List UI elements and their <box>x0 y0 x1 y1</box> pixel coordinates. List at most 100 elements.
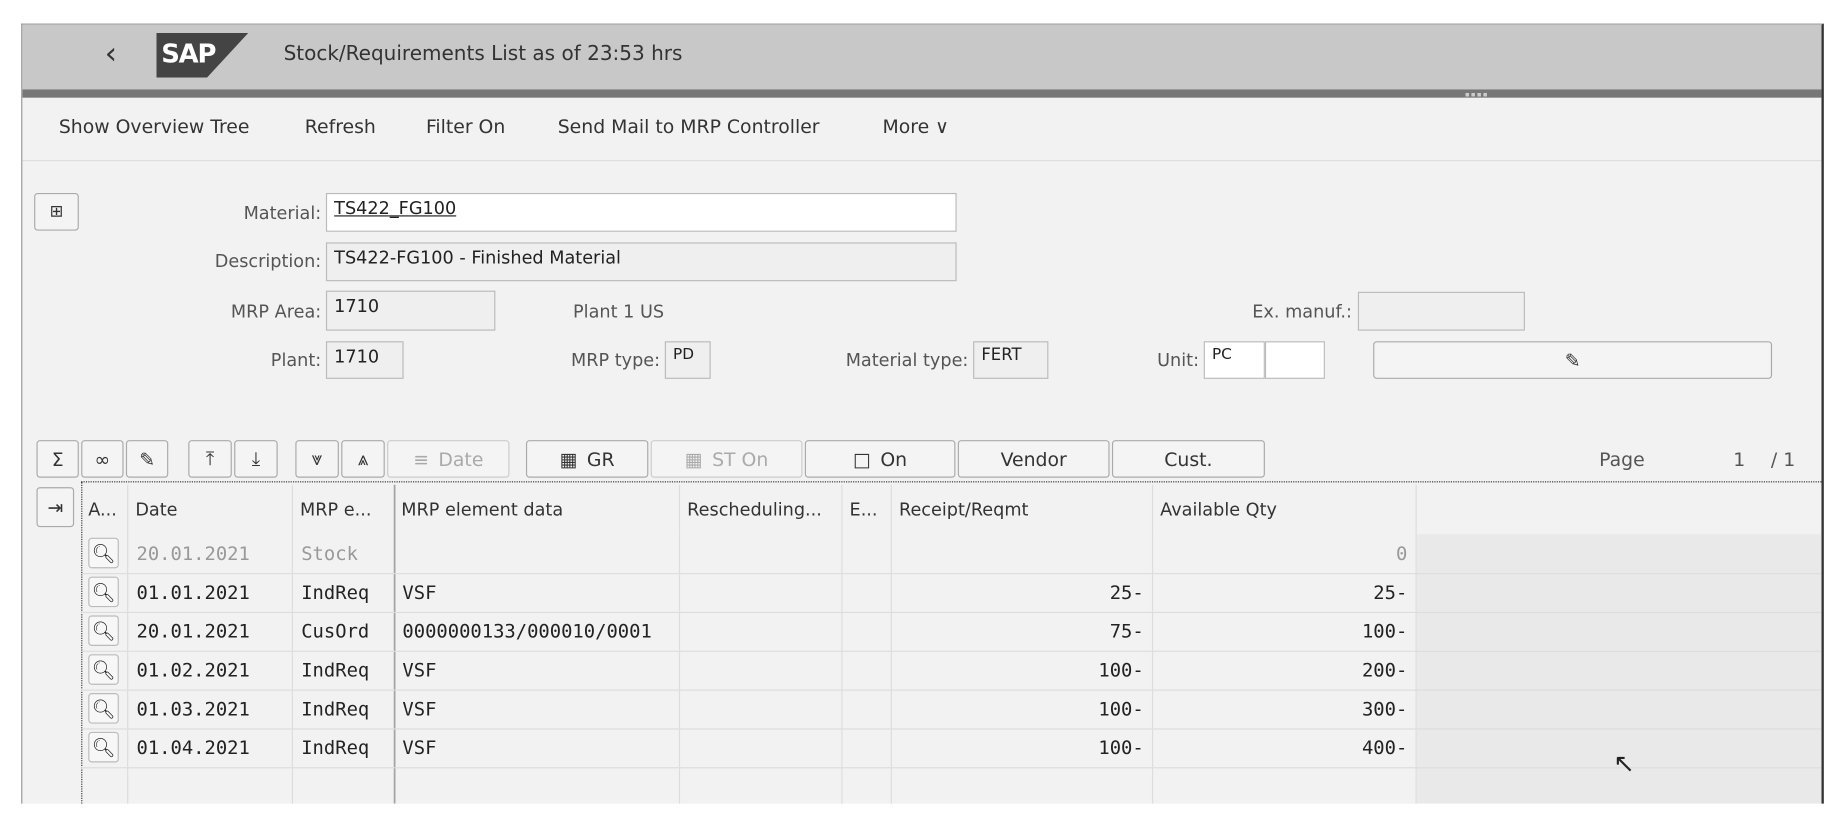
col-header-a[interactable]: A... <box>81 484 129 535</box>
cust-button[interactable]: Cust. <box>1111 440 1265 478</box>
description-field: TS422-FG100 - Finished Material <box>325 242 957 282</box>
edit-note-icon: ✎ <box>1564 348 1581 372</box>
zoom-details-icon[interactable]: 🔍︎ <box>88 731 119 763</box>
material-type-field: FERT <box>973 341 1049 379</box>
table-row[interactable]: 🔍︎ 20.01.2021 CusOrd 0000000133/000010/0001… <box>81 611 1822 652</box>
mouse-cursor-icon: ↖ <box>1613 749 1635 779</box>
cell-e <box>842 534 892 574</box>
plant-label: Plant: <box>270 349 322 371</box>
table-row[interactable]: 🔍︎ 20.01.2021 Stock 0 <box>81 534 1822 575</box>
on-button[interactable]: □ On <box>804 440 956 478</box>
col-header-mrp-element-data[interactable]: MRP element data <box>394 484 681 535</box>
cell-resched <box>680 689 843 729</box>
cell-receipt: 75- <box>892 611 1154 651</box>
ex-manuf-label: Ex. manuf.: <box>1252 301 1352 323</box>
edit-button[interactable]: ✎ <box>125 440 169 478</box>
cell-e <box>842 728 892 768</box>
page-number: 1 <box>1733 448 1746 471</box>
cell-element: Stock <box>293 534 395 574</box>
cell-element: IndReq <box>293 650 395 690</box>
cell-action: 🔍︎ <box>81 611 129 651</box>
col-header-e[interactable]: E... <box>842 484 892 535</box>
st-on-button[interactable]: ▦ ST On <box>650 440 803 478</box>
table-row[interactable]: 🔍︎ 01.03.2021 IndReq VSF 100- 300- <box>81 689 1822 730</box>
description-label: Description: <box>214 250 322 272</box>
sum-button[interactable]: Σ <box>36 440 79 478</box>
table-row[interactable]: 🔍︎ 01.01.2021 IndReq VSF 25- 25- <box>81 573 1822 614</box>
expand-header-button[interactable]: ⊞ <box>34 192 79 231</box>
unit-field-2[interactable] <box>1264 341 1325 379</box>
cell-empty <box>680 767 843 804</box>
calendar-check-icon: □ <box>853 447 871 471</box>
zoom-details-icon[interactable]: 🔍︎ <box>88 654 119 685</box>
cell-resched <box>680 573 843 612</box>
col-header-available[interactable]: Available Qty <box>1153 484 1417 535</box>
cell-element: IndReq <box>293 573 395 612</box>
cell-date: 01.04.2021 <box>128 728 293 768</box>
double-chevron-down-icon: ⩔ <box>311 447 323 470</box>
cell-date: 01.01.2021 <box>128 573 293 612</box>
edit-notes-button[interactable]: ✎ <box>1373 341 1773 379</box>
page-title: Stock/Requirements List as of 23:53 hrs <box>283 42 683 66</box>
mrp-area-field: 1710 <box>325 290 496 331</box>
unit-field[interactable]: PC <box>1203 341 1265 379</box>
sort-ascending-button[interactable]: ⤒ <box>188 440 232 478</box>
mrp-area-label: MRP Area: <box>230 301 322 323</box>
st-on-button-label: ST On <box>712 447 769 471</box>
table-row-empty <box>81 767 1821 804</box>
cell-empty <box>128 767 293 804</box>
glasses-icon: ∞ <box>94 447 111 471</box>
details-button[interactable]: ∞ <box>81 440 124 478</box>
sap-logo: SAP <box>156 32 249 78</box>
collapse-all-button[interactable]: ⩓ <box>341 440 385 478</box>
cell-date: 01.02.2021 <box>128 650 293 690</box>
cell-resched <box>680 728 843 768</box>
vendor-button[interactable]: Vendor <box>957 440 1110 478</box>
select-layout-button[interactable]: ⇥ <box>36 487 75 528</box>
table-row[interactable]: 🔍︎ 01.02.2021 IndReq VSF 100- 200- <box>81 650 1822 691</box>
col-header-mrp-element[interactable]: MRP e... <box>293 484 395 535</box>
zoom-details-icon[interactable]: 🔍︎ <box>88 537 119 569</box>
material-label: Material: <box>243 202 322 224</box>
cell-data <box>394 534 681 574</box>
col-header-receipt[interactable]: Receipt/Reqmt <box>892 484 1154 535</box>
cell-resched <box>680 650 843 690</box>
zoom-details-icon[interactable]: 🔍︎ <box>88 576 119 608</box>
cell-e <box>842 573 892 612</box>
on-button-label: On <box>880 447 908 471</box>
cell-action: 🔍︎ <box>81 573 129 612</box>
table-row[interactable]: 🔍︎ 01.04.2021 IndReq VSF 100- 400- <box>81 728 1822 769</box>
unit-label: Unit: <box>1157 349 1200 371</box>
cell-empty <box>394 767 681 804</box>
back-icon[interactable]: ‹ <box>105 36 117 71</box>
plant-name-text: Plant 1 US <box>573 301 665 323</box>
calendar-icon: ▦ <box>559 447 578 471</box>
cell-available: 400- <box>1153 728 1417 768</box>
cell-action: 🔍︎ <box>81 534 129 574</box>
table-top-border <box>81 481 1822 483</box>
zoom-details-icon[interactable]: 🔍︎ <box>88 693 119 724</box>
send-mail-button[interactable]: Send Mail to MRP Controller <box>558 115 820 137</box>
col-header-date[interactable]: Date <box>128 484 293 535</box>
sort-descending-button[interactable]: ⤓ <box>234 440 278 478</box>
refresh-button[interactable]: Refresh <box>305 115 376 137</box>
calendar-icon: ▦ <box>684 447 703 471</box>
more-menu[interactable]: More ∨ <box>882 115 948 137</box>
cell-e <box>842 650 892 690</box>
material-input[interactable]: TS422_FG100 <box>325 192 957 232</box>
gr-button[interactable]: ▦ GR <box>525 440 649 478</box>
cell-action: 🔍︎ <box>81 689 129 729</box>
cell-available: 100- <box>1153 611 1417 651</box>
cell-resched <box>680 611 843 651</box>
cell-available: 0 <box>1153 534 1417 574</box>
show-overview-tree-button[interactable]: Show Overview Tree <box>59 115 250 137</box>
cell-empty <box>892 767 1154 804</box>
filter-on-button[interactable]: Filter On <box>426 115 505 137</box>
zoom-details-icon[interactable]: 🔍︎ <box>88 615 119 646</box>
date-button[interactable]: ≡ Date <box>387 440 510 478</box>
material-type-label: Material type: <box>845 349 969 371</box>
cell-empty <box>293 767 395 804</box>
cell-action: 🔍︎ <box>81 728 129 768</box>
col-header-rescheduling[interactable]: Rescheduling... <box>680 484 843 535</box>
expand-all-button[interactable]: ⩔ <box>295 440 339 478</box>
